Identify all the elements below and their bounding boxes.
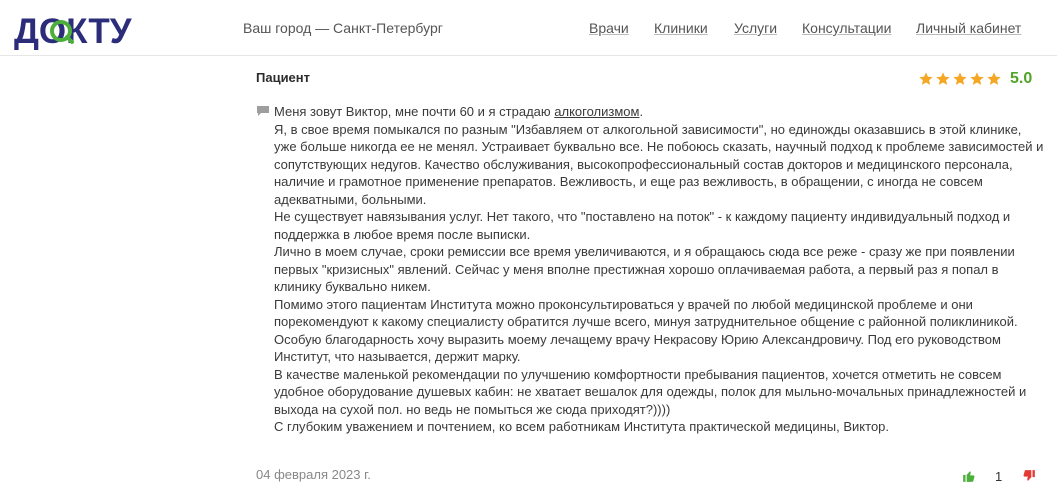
review-paragraph: Особую благодарность хочу выразить моему…	[274, 331, 1001, 365]
logo[interactable]: ДОКТУ	[14, 10, 138, 50]
review-paragraph: В качестве маленькой рекомендации по улу…	[274, 366, 1027, 417]
review-date: 04 февраля 2023 г.	[256, 467, 371, 482]
review-paragraph: Лично в моем случае, сроки ремиссии все …	[274, 244, 1015, 294]
city-selector[interactable]: Ваш город — Санкт-Петербург	[243, 20, 443, 36]
intro-text: Меня зовут Виктор, мне почти 60 и я стра…	[274, 104, 555, 119]
review-paragraph: Помимо этого пациентам Института можно п…	[274, 296, 1018, 330]
rating-value: 5.0	[1010, 70, 1033, 87]
review-rating: 5.0	[918, 69, 1032, 89]
star-icon	[953, 72, 967, 85]
nav-consultations[interactable]: Консультации	[802, 20, 891, 36]
site-header: ДОКТУ Ваш город — Санкт-Петербург Врачи …	[0, 0, 1057, 56]
star-icon	[919, 72, 933, 85]
review-text: Меня зовут Виктор, мне почти 60 и я стра…	[274, 103, 1044, 436]
nav-services[interactable]: Услуги	[734, 20, 777, 36]
nav-doctors[interactable]: Врачи	[589, 20, 629, 36]
review-paragraph: С глубоким уважением и почтением, ко все…	[274, 419, 890, 434]
logo-text: ДОКТУ	[14, 12, 133, 50]
nav-clinics[interactable]: Клиники	[654, 20, 708, 36]
nav-account[interactable]: Личный кабинет	[916, 20, 1021, 36]
review-paragraph: Не существует навязывания услуг. Нет так…	[274, 209, 1011, 242]
alcoholism-link[interactable]: алкоголизмом	[554, 104, 639, 119]
review-author: Пациент	[256, 70, 311, 85]
thumbs-down-icon[interactable]	[1022, 469, 1036, 483]
thumbs-up-icon[interactable]	[962, 469, 976, 483]
star-icon	[970, 72, 984, 85]
likes-count: 1	[995, 468, 1003, 484]
comment-icon	[257, 106, 269, 116]
star-icon	[936, 72, 950, 85]
intro-end: .	[639, 104, 644, 119]
star-icon	[987, 72, 1001, 85]
review-intro: Меня зовут Виктор, мне почти 60 и я стра…	[274, 103, 1044, 121]
review-paragraph: Я, в свое время помыкался по разным "Изб…	[274, 121, 1044, 207]
review-votes: 1	[962, 467, 1036, 485]
